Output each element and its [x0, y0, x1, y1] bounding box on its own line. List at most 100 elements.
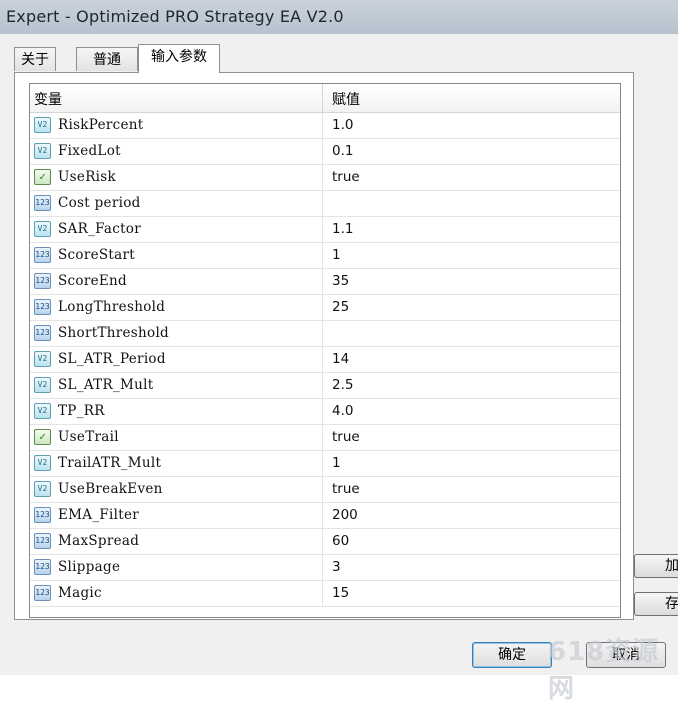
parameter-name: SL_ATR_Mult — [58, 377, 154, 393]
parameter-value[interactable]: true — [332, 169, 360, 185]
parameter-grid: 变量 赋值 V2 RiskPercent 1.0 V2 FixedLot 0.1 ✓ UseR… — [29, 83, 621, 618]
cell-separator — [322, 321, 323, 347]
cell-separator — [322, 425, 323, 451]
parameter-value[interactable]: 4.0 — [332, 403, 353, 419]
parameter-value[interactable]: 35 — [332, 273, 349, 289]
double-icon: V2 — [34, 143, 51, 159]
parameter-name: UseBreakEven — [58, 481, 163, 497]
parameter-name: Cost period — [58, 195, 141, 211]
cell-separator — [322, 139, 323, 165]
variable-column-header[interactable]: 变量 — [34, 89, 62, 109]
int-icon: 123 — [34, 273, 51, 289]
cell-separator — [322, 347, 323, 373]
cell-separator — [322, 165, 323, 191]
cell-separator — [322, 477, 323, 503]
parameter-value[interactable]: 1.1 — [332, 221, 353, 237]
parameter-value[interactable]: 1.0 — [332, 117, 353, 133]
table-row[interactable]: 123 Cost period — [30, 191, 620, 217]
window-title: Expert - Optimized PRO Strategy EA V2.0 — [6, 7, 344, 26]
table-row[interactable]: 123 EMA_Filter 200 — [30, 503, 620, 529]
table-row[interactable]: V2 UseBreakEven true — [30, 477, 620, 503]
value-column-header[interactable]: 赋值 — [332, 89, 360, 109]
parameter-value[interactable]: 60 — [332, 533, 349, 549]
expert-properties-dialog: 关于 普通 输入参数 变量 赋值 V2 RiskPercent 1.0 V2 Fixed… — [0, 34, 678, 704]
table-row[interactable]: 123 ScoreEnd 35 — [30, 269, 620, 295]
parameter-name: UseTrail — [58, 429, 119, 445]
ok-button[interactable]: 确定 — [472, 642, 552, 668]
cell-separator — [322, 217, 323, 243]
cell-separator — [322, 555, 323, 581]
window-titlebar[interactable]: Expert - Optimized PRO Strategy EA V2.0 — [0, 0, 678, 35]
int-icon: 123 — [34, 533, 51, 549]
int-icon: 123 — [34, 247, 51, 263]
load-button[interactable]: 加 — [634, 554, 678, 578]
save-button[interactable]: 存 — [634, 592, 678, 616]
int-icon: 123 — [34, 325, 51, 341]
table-row[interactable]: V2 SL_ATR_Period 14 — [30, 347, 620, 373]
cell-separator — [322, 503, 323, 529]
double-icon: V2 — [34, 455, 51, 471]
parameter-value[interactable]: 200 — [332, 507, 358, 523]
watermark-text: 618资源网 — [548, 637, 660, 704]
cell-separator — [322, 399, 323, 425]
table-row[interactable]: 123 ShortThreshold — [30, 321, 620, 347]
table-row[interactable]: V2 TrailATR_Mult 1 — [30, 451, 620, 477]
parameter-name: Magic — [58, 585, 102, 601]
tab-inputs[interactable]: 输入参数 — [138, 44, 220, 73]
table-row[interactable]: V2 TP_RR 4.0 — [30, 399, 620, 425]
table-row[interactable]: V2 SAR_Factor 1.1 — [30, 217, 620, 243]
parameter-value[interactable]: 0.1 — [332, 143, 353, 159]
double-icon: V2 — [34, 403, 51, 419]
parameter-value[interactable]: true — [332, 481, 360, 497]
parameter-value[interactable]: 3 — [332, 559, 341, 575]
int-icon: 123 — [34, 507, 51, 523]
cell-separator — [322, 529, 323, 555]
cell-separator — [322, 451, 323, 477]
parameter-name: Slippage — [58, 559, 121, 575]
parameter-value[interactable]: 1 — [332, 247, 341, 263]
double-icon: V2 — [34, 117, 51, 133]
table-row[interactable]: ✓ UseTrail true — [30, 425, 620, 451]
cell-separator — [322, 191, 323, 217]
tab-about[interactable]: 关于 — [14, 47, 56, 71]
table-row[interactable]: 123 ScoreStart 1 — [30, 243, 620, 269]
parameter-value[interactable]: true — [332, 429, 360, 445]
cell-separator — [322, 373, 323, 399]
parameter-value[interactable]: 15 — [332, 585, 349, 601]
parameter-value[interactable]: 1 — [332, 455, 341, 471]
parameter-name: ShortThreshold — [58, 325, 170, 341]
double-icon: V2 — [34, 221, 51, 237]
bool-icon: ✓ — [34, 169, 51, 185]
parameter-name: TrailATR_Mult — [58, 455, 162, 471]
parameter-rows: V2 RiskPercent 1.0 V2 FixedLot 0.1 ✓ UseRisk tru… — [30, 113, 620, 607]
int-icon: 123 — [34, 299, 51, 315]
parameter-name: ScoreStart — [58, 247, 135, 263]
cell-separator — [322, 295, 323, 321]
table-row[interactable]: ✓ UseRisk true — [30, 165, 620, 191]
bool-icon: ✓ — [34, 429, 51, 445]
parameter-value[interactable]: 2.5 — [332, 377, 353, 393]
parameter-value[interactable]: 14 — [332, 351, 349, 367]
inputs-panel: 变量 赋值 V2 RiskPercent 1.0 V2 FixedLot 0.1 ✓ UseR… — [14, 72, 634, 620]
int-icon: 123 — [34, 585, 51, 601]
parameter-name: FixedLot — [58, 143, 121, 159]
tab-common[interactable]: 普通 — [76, 47, 138, 71]
cell-separator — [322, 269, 323, 295]
table-row[interactable]: V2 SL_ATR_Mult 2.5 — [30, 373, 620, 399]
table-row[interactable]: V2 FixedLot 0.1 — [30, 139, 620, 165]
column-separator[interactable] — [322, 84, 323, 112]
parameter-name: ScoreEnd — [58, 273, 127, 289]
table-row[interactable]: 123 Magic 15 — [30, 581, 620, 607]
cell-separator — [322, 243, 323, 269]
double-icon: V2 — [34, 377, 51, 393]
cell-separator — [322, 581, 323, 607]
table-row[interactable]: 123 Slippage 3 — [30, 555, 620, 581]
parameter-name: UseRisk — [58, 169, 116, 185]
parameter-value[interactable]: 25 — [332, 299, 349, 315]
table-row[interactable]: 123 LongThreshold 25 — [30, 295, 620, 321]
parameter-name: EMA_Filter — [58, 507, 140, 523]
table-row[interactable]: V2 RiskPercent 1.0 — [30, 113, 620, 139]
parameter-name: MaxSpread — [58, 533, 140, 549]
table-row[interactable]: 123 MaxSpread 60 — [30, 529, 620, 555]
cell-separator — [322, 113, 323, 139]
